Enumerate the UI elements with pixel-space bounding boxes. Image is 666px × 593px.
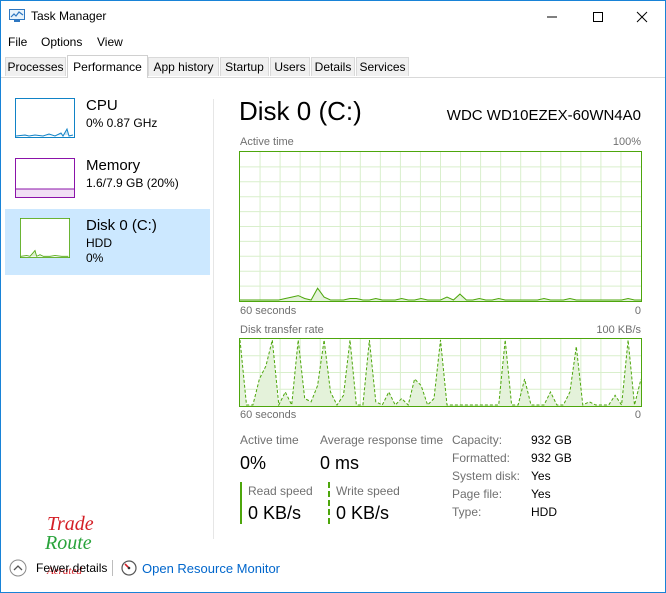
menu-bar: File Options View (1, 32, 665, 52)
graph2-min: 0 (634, 409, 641, 421)
graph2-label: Disk transfer rate (240, 324, 324, 336)
graph-grid (240, 152, 641, 301)
active-time-stat-value: 0% (240, 453, 267, 473)
active-time-graph (239, 151, 642, 302)
read-speed-label: Read speed (248, 484, 313, 498)
type-label: Type: (452, 505, 482, 519)
memory-usage: 1.6/7.9 GB (20%) (86, 176, 179, 190)
tab-processes[interactable]: Processes (5, 57, 66, 76)
open-resource-monitor-link[interactable]: Open Resource Monitor (142, 561, 280, 576)
fewer-details-label: Fewer details (36, 561, 108, 575)
system-disk-value: Yes (531, 469, 551, 483)
write-speed-label: Write speed (336, 484, 400, 498)
tab-bar: Processes Performance App history Startu… (1, 55, 665, 78)
write-speed-indicator (328, 482, 330, 524)
cpu-label: CPU (86, 97, 118, 114)
disk-usage: 0% (86, 251, 104, 265)
graph1-time-label: 60 seconds (240, 305, 297, 317)
disk-thumbnail-graph (19, 218, 70, 258)
footer-bar: Fewer details Open Resource Monitor (1, 554, 665, 582)
chevron-up-icon (9, 559, 27, 577)
response-time-value: 0 ms (320, 453, 360, 473)
disk-label: Disk 0 (C:) (86, 217, 157, 234)
active-time-stat-label: Active time (240, 433, 299, 447)
sidebar-item-cpu[interactable]: CPU 0% 0.87 GHz (5, 91, 210, 157)
capacity-label: Capacity: (452, 433, 503, 447)
maximize-button[interactable] (575, 1, 621, 32)
page-title: Disk 0 (C:) (239, 96, 362, 126)
menu-view[interactable]: View (97, 35, 123, 49)
read-speed-value: 0 KB/s (248, 503, 302, 523)
response-time-label: Average response time (320, 433, 444, 447)
transfer-rate-chart (240, 339, 641, 406)
memory-thumbnail-graph (15, 158, 75, 198)
write-speed-value: 0 KB/s (336, 503, 390, 523)
graph1-min: 0 (634, 305, 641, 317)
capacity-value: 932 GB (531, 433, 572, 447)
formatted-value: 932 GB (531, 451, 572, 465)
minimize-icon (547, 16, 557, 17)
page-file-label: Page file: (452, 487, 503, 501)
graph2-time-label: 60 seconds (240, 409, 297, 421)
watermark-line2: Route (45, 532, 92, 554)
close-icon (636, 11, 648, 22)
page-file-value: Yes (531, 487, 551, 501)
tab-services[interactable]: Services (356, 57, 409, 76)
tab-users[interactable]: Users (270, 57, 310, 76)
title-bar: Task Manager (1, 1, 665, 32)
task-manager-icon (9, 9, 25, 22)
tab-performance[interactable]: Performance (67, 55, 148, 78)
resource-monitor-icon[interactable] (121, 560, 137, 576)
graph1-label: Active time (240, 136, 294, 148)
sidebar-item-memory[interactable]: Memory 1.6/7.9 GB (20%) (5, 151, 210, 217)
type-value: HDD (531, 505, 557, 519)
system-disk-label: System disk: (452, 469, 521, 483)
disk-model: WDC WD10EZEX-60WN4A0 (446, 107, 641, 124)
active-time-chart (240, 152, 641, 301)
read-speed-indicator (240, 482, 242, 524)
pane-divider (213, 99, 214, 539)
tab-startup[interactable]: Startup (220, 57, 269, 76)
minimize-button[interactable] (529, 1, 575, 32)
close-button[interactable] (619, 1, 665, 32)
maximize-icon (593, 11, 603, 22)
task-manager-window: Task Manager File Options View Processes… (0, 0, 666, 593)
watermark-logo: Trade Route Aerated (41, 514, 111, 577)
window-title: Task Manager (31, 9, 107, 23)
menu-file[interactable]: File (8, 35, 27, 49)
fewer-details-button[interactable]: Fewer details (9, 558, 107, 578)
cpu-usage: 0% 0.87 GHz (86, 116, 158, 130)
graph2-max: 100 KB/s (596, 324, 641, 336)
graph1-max: 100% (612, 136, 641, 148)
sidebar-item-disk[interactable]: Disk 0 (C:) HDD 0% (5, 209, 210, 275)
disk-type: HDD (86, 236, 112, 250)
footer-separator (112, 560, 113, 576)
transfer-rate-graph (239, 338, 642, 407)
tab-details[interactable]: Details (311, 57, 355, 76)
memory-label: Memory (86, 157, 141, 174)
tab-app-history[interactable]: App history (148, 57, 219, 76)
menu-options[interactable]: Options (41, 35, 82, 49)
formatted-label: Formatted: (452, 451, 511, 465)
cpu-thumbnail-graph (15, 98, 75, 138)
